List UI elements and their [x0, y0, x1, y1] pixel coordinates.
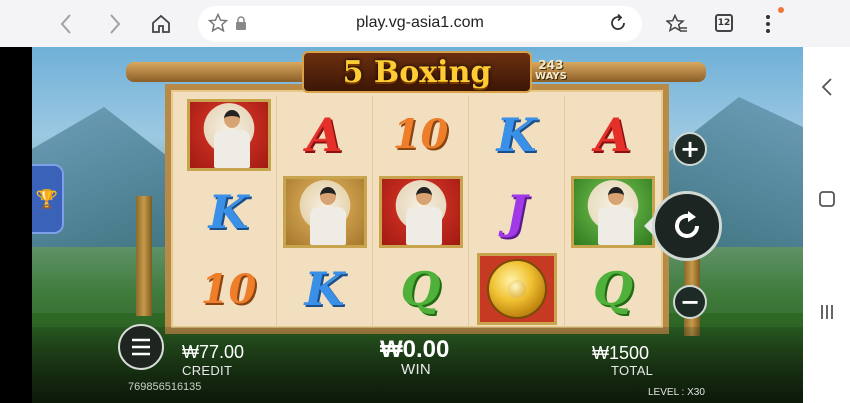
reel-cell: A — [277, 96, 373, 174]
fighter-symbol — [378, 175, 463, 248]
reel-cell: J — [469, 173, 565, 251]
reel-cell: 10 — [181, 250, 277, 328]
address-bar[interactable]: play.vg-asia1.com — [198, 6, 642, 42]
credit-label: CREDIT — [182, 363, 233, 378]
notification-dot — [778, 7, 784, 13]
reel-frame: A 10 K A K J 10 K Q Q — [165, 84, 669, 334]
symbol-10: 10 — [392, 111, 449, 159]
fighter-body — [213, 129, 250, 168]
reel-cell — [181, 96, 277, 174]
game-title: 5 Boxing — [342, 54, 492, 90]
fighter-symbol — [282, 175, 367, 248]
fighter-head — [608, 186, 624, 205]
tabs-icon[interactable]: 12 — [715, 14, 733, 32]
minus-icon[interactable]: − — [673, 285, 707, 319]
fighter-symbol — [571, 175, 655, 248]
reel-cell — [277, 173, 373, 251]
reload-icon[interactable] — [608, 13, 628, 37]
symbol-k: K — [304, 262, 345, 317]
reel-grid: A 10 K A K J 10 K Q Q — [181, 96, 661, 328]
fighter-head — [223, 109, 240, 128]
fighter-body — [309, 206, 346, 245]
recents-icon[interactable] — [815, 300, 839, 324]
symbol-q: Q — [400, 262, 441, 317]
total-bet-value[interactable]: ₩1500 — [592, 343, 649, 364]
total-bet-label: TOTAL — [611, 363, 654, 378]
symbol-k: K — [496, 107, 537, 162]
reel-cell: Q — [373, 250, 469, 328]
reel-cell — [565, 173, 661, 250]
symbol-a: A — [595, 107, 631, 162]
reel-cell — [469, 250, 565, 328]
reel-cell: K — [277, 250, 373, 328]
reel-cell: Q — [565, 251, 661, 328]
symbol-k: K — [208, 184, 249, 239]
spin-icon[interactable] — [652, 191, 722, 261]
system-nav-bar — [803, 47, 850, 403]
fighter-body — [405, 206, 442, 245]
fighter-head — [319, 186, 336, 205]
ways-badge: 243 WAYS — [535, 59, 567, 83]
symbol-q: Q — [592, 262, 634, 317]
fighter-symbol — [186, 98, 271, 171]
reel-cell: K — [469, 96, 565, 174]
gong-symbol — [476, 253, 557, 326]
reel-cell: A — [565, 96, 661, 173]
reel-cell: K — [181, 173, 277, 251]
ways-number: 243 — [538, 58, 564, 72]
reel-cell — [373, 173, 469, 251]
plus-icon[interactable]: + — [673, 132, 707, 166]
home-icon[interactable] — [145, 8, 177, 40]
hamburger-icon[interactable] — [118, 324, 164, 370]
url-text: play.vg-asia1.com — [356, 14, 484, 31]
level-text: LEVEL : X30 — [648, 387, 705, 398]
game-round-id: 769856516135 — [128, 381, 202, 393]
fighter-head — [415, 186, 432, 205]
ways-label: WAYS — [535, 71, 567, 82]
gong-center — [507, 280, 526, 299]
browser-toolbar: play.vg-asia1.com 12 — [0, 0, 850, 47]
home-square-icon[interactable] — [815, 187, 839, 211]
bookmarks-icon[interactable] — [661, 8, 693, 40]
fighter-body — [598, 206, 634, 245]
reel-cell: 10 — [373, 96, 469, 174]
wooden-post — [136, 196, 152, 316]
symbol-a: A — [306, 107, 343, 162]
slot-game: 🏆 A 10 K A K J 10 K Q Q 5 Boxing 243 WAYS + − ₩77… — [32, 47, 803, 403]
credit-value: ₩77.00 — [182, 342, 245, 362]
arrow-left-icon[interactable] — [50, 8, 82, 40]
gong-disc — [486, 259, 547, 320]
back-icon[interactable] — [815, 75, 839, 99]
symbol-10: 10 — [200, 265, 257, 313]
win-value: ₩0.00 — [380, 336, 450, 363]
win-label: WIN — [401, 361, 432, 378]
title-plate: 5 Boxing — [302, 51, 532, 93]
arrow-right-icon[interactable] — [99, 8, 131, 40]
symbol-j: J — [505, 184, 528, 239]
trophy-icon[interactable]: 🏆 — [32, 164, 64, 234]
